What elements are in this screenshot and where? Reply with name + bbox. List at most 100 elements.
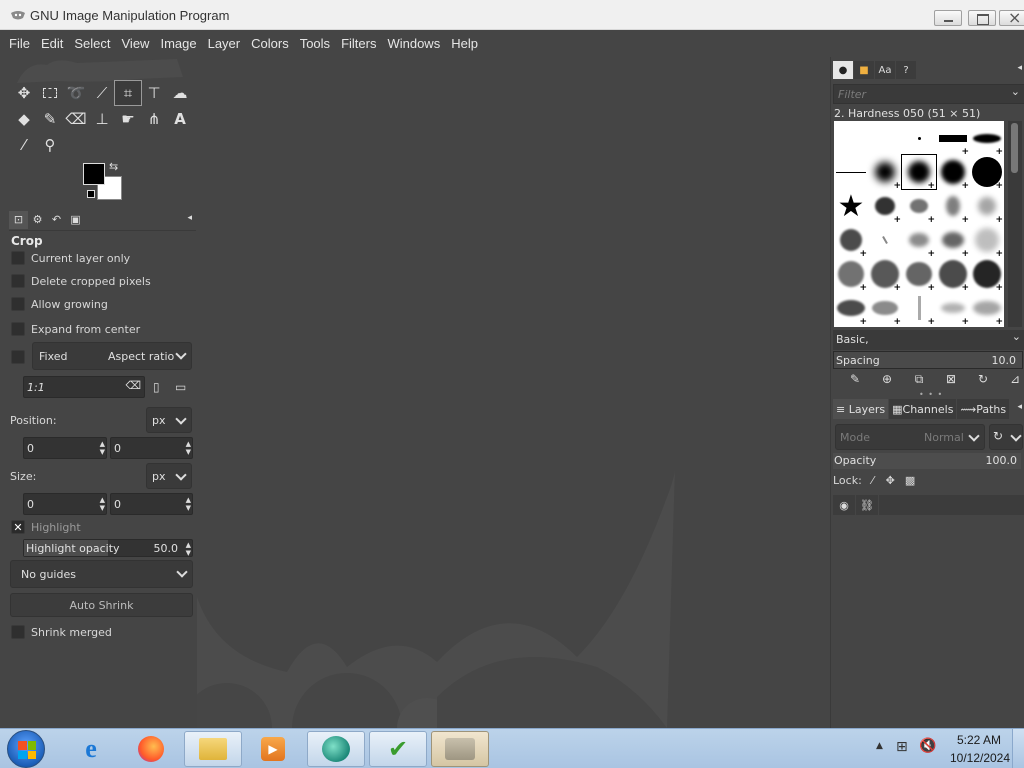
spin-arrows-icon[interactable]: ▲ ▼ <box>100 496 105 512</box>
gimp-taskbar-icon[interactable] <box>431 731 489 767</box>
brush-cell[interactable]: + <box>970 291 1004 327</box>
show-hidden-icons-icon[interactable]: ▲ <box>876 741 883 751</box>
start-button[interactable] <box>7 730 45 768</box>
clock-time[interactable]: 5:22 AM <box>956 733 1002 747</box>
foreground-color-swatch[interactable] <box>83 163 105 185</box>
media-player-icon[interactable]: ▶ <box>244 731 302 767</box>
paths-tool-icon[interactable]: ⋔ <box>141 107 167 131</box>
file-explorer-icon[interactable] <box>184 731 242 767</box>
app-globe-icon[interactable] <box>307 731 365 767</box>
brush-filter-input[interactable]: Filter ⌄ <box>833 84 1024 104</box>
tab-menu-icon[interactable]: ◂ <box>187 213 192 223</box>
current-layer-only-checkbox[interactable] <box>11 251 25 265</box>
dock-menu-icon[interactable]: ◂ <box>1017 402 1022 412</box>
network-icon[interactable]: ⊞ <box>896 739 908 755</box>
brush-cell[interactable]: + <box>970 189 1004 225</box>
clock-date[interactable]: 10/12/2024 <box>949 751 1011 765</box>
menu-edit[interactable]: Edit <box>41 36 63 51</box>
brush-cell[interactable]: + <box>936 121 970 157</box>
allow-growing-checkbox[interactable] <box>11 297 25 311</box>
patterns-tab-icon[interactable]: ■ <box>854 61 874 79</box>
image-canvas-area[interactable] <box>197 57 829 728</box>
brushes-tab-icon[interactable]: ● <box>833 61 853 79</box>
minimize-button[interactable] <box>934 10 962 26</box>
layer-opacity-scale[interactable]: Opacity 100.0 <box>833 453 1021 469</box>
menu-image[interactable]: Image <box>160 36 196 51</box>
brush-cell[interactable]: + <box>970 223 1004 259</box>
brush-cell[interactable]: + <box>902 189 936 225</box>
chevron-down-icon[interactable]: ⌄ <box>1011 85 1020 98</box>
dock-menu-icon[interactable]: ◂ <box>1017 63 1022 73</box>
close-button[interactable] <box>999 8 1024 27</box>
position-x-entry[interactable]: 0 ▲ ▼ <box>23 437 107 459</box>
internet-explorer-icon[interactable]: e <box>62 731 120 767</box>
transform-tool-icon[interactable]: ⊤ <box>141 81 167 105</box>
highlight-checkbox[interactable]: ✕ <box>11 520 25 534</box>
device-status-tab-icon[interactable]: ⚙ <box>28 211 47 229</box>
reset-colors-icon[interactable] <box>87 190 95 198</box>
menu-colors[interactable]: Colors <box>251 36 289 51</box>
color-picker-tool-icon[interactable]: ⁄ <box>11 133 37 157</box>
delete-cropped-pixels-checkbox[interactable] <box>11 274 25 288</box>
zoom-tool-icon[interactable]: ⚲ <box>37 133 63 157</box>
smudge-tool-icon[interactable]: ☛ <box>115 107 141 131</box>
brush-cell[interactable]: + <box>834 257 868 293</box>
brush-cell[interactable]: ★ <box>834 189 868 224</box>
maximize-button[interactable] <box>968 10 996 26</box>
edit-brush-icon[interactable]: ✎ <box>839 370 871 388</box>
spin-arrows-icon[interactable]: ▲ ▼ <box>100 440 105 456</box>
rect-select-tool-icon[interactable] <box>37 81 63 105</box>
show-desktop-button[interactable] <box>1012 729 1024 768</box>
brush-cell[interactable]: + <box>936 189 970 225</box>
brush-cell[interactable] <box>902 121 936 155</box>
menu-tools[interactable]: Tools <box>300 36 330 51</box>
help-tab-icon[interactable]: ? <box>896 61 916 79</box>
brush-cell[interactable]: + <box>936 223 970 259</box>
shrink-merged-checkbox[interactable] <box>11 625 25 639</box>
channels-tab[interactable]: ▦ Channels <box>889 399 957 419</box>
undo-history-tab-icon[interactable]: ↶ <box>47 211 66 229</box>
size-h-entry[interactable]: 0 ▲ ▼ <box>110 493 193 515</box>
swap-colors-icon[interactable]: ⇆ <box>109 160 118 173</box>
expand-from-center-checkbox[interactable] <box>11 322 25 336</box>
position-unit-combo[interactable]: px <box>146 407 192 433</box>
expand-from-center-option[interactable]: Expand from center <box>11 322 140 336</box>
paintbrush-tool-icon[interactable]: ✎ <box>37 107 63 131</box>
layer-composite-combo[interactable]: ↻ <box>989 424 1023 450</box>
brush-cell[interactable]: + <box>970 121 1004 157</box>
fonts-tab-icon[interactable]: Aa <box>875 61 895 79</box>
chain-link-icon[interactable]: ⛓ <box>856 495 878 515</box>
allow-growing-option[interactable]: Allow growing <box>11 297 108 311</box>
menu-select[interactable]: Select <box>74 36 110 51</box>
brush-cell[interactable]: + <box>834 291 868 327</box>
volume-muted-icon[interactable]: 🔇 <box>919 738 936 754</box>
clear-entry-icon[interactable]: ⌫ <box>125 379 141 392</box>
highlight-opacity-scale[interactable]: Highlight opacity 50.0 ▲ ▼ <box>23 539 193 557</box>
menu-windows[interactable]: Windows <box>387 36 440 51</box>
brush-tag-combo[interactable]: Basic, ⌄ <box>833 330 1024 350</box>
size-unit-combo[interactable]: px <box>146 463 192 489</box>
duplicate-brush-icon[interactable]: ⧉ <box>903 370 935 388</box>
brush-cell[interactable]: + <box>936 257 970 293</box>
lock-position-icon[interactable]: ✥ <box>886 474 895 487</box>
spin-arrows-icon[interactable]: ▲ ▼ <box>186 496 191 512</box>
aspect-ratio-entry[interactable]: 1:1 ⌫ <box>23 376 145 398</box>
warp-transform-tool-icon[interactable]: ☁ <box>167 81 193 105</box>
text-tool-icon[interactable]: A <box>167 107 193 131</box>
brush-cell[interactable]: + <box>868 291 902 327</box>
scrollbar-thumb[interactable] <box>1011 123 1018 173</box>
brush-cell[interactable]: + <box>902 223 936 259</box>
brush-cell[interactable]: + <box>902 291 936 327</box>
guides-combo[interactable]: No guides <box>10 560 193 588</box>
delete-brush-icon[interactable]: ⊠ <box>935 370 967 388</box>
fixed-checkbox[interactable] <box>11 350 25 364</box>
landscape-icon[interactable]: ▭ <box>175 380 186 394</box>
brush-cell[interactable] <box>868 223 902 257</box>
tool-options-tab-icon[interactable]: ⊡ <box>9 210 28 229</box>
brush-cell[interactable]: + <box>868 155 902 191</box>
auto-shrink-button[interactable]: Auto Shrink <box>10 593 193 617</box>
brush-cell[interactable]: + <box>936 291 970 327</box>
menu-help[interactable]: Help <box>451 36 478 51</box>
layer-list[interactable] <box>833 517 1024 728</box>
highlight-option[interactable]: ✕ Highlight <box>11 520 81 534</box>
